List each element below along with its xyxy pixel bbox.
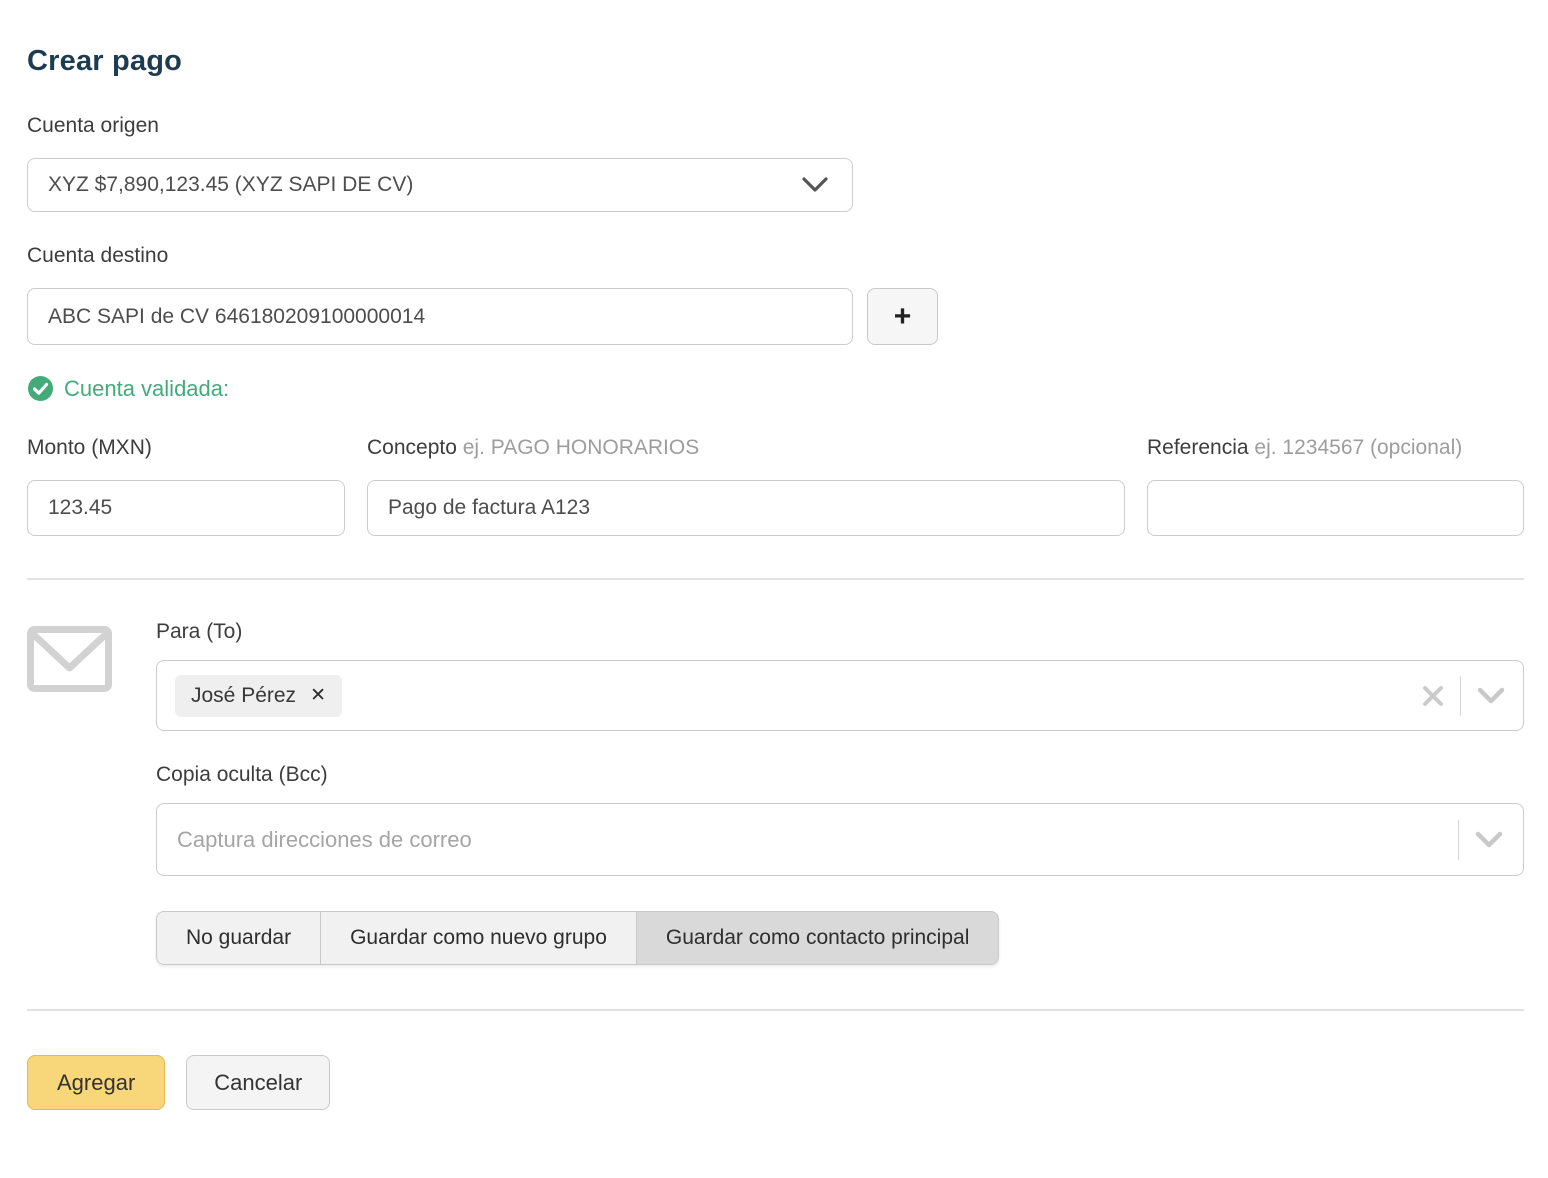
check-circle-icon	[27, 375, 54, 402]
clear-recipients-icon[interactable]	[1422, 685, 1444, 707]
recipient-name: José Pérez	[191, 684, 296, 708]
bcc-placeholder: Captura direcciones de correo	[177, 827, 472, 853]
to-label: Para (To)	[156, 620, 1524, 644]
submit-button[interactable]: Agregar	[27, 1055, 165, 1110]
save-option-contacto-principal[interactable]: Guardar como contacto principal	[637, 911, 1000, 965]
bcc-dropdown-chevron-icon[interactable]	[1475, 831, 1503, 848]
origin-account-select[interactable]: XYZ $7,890,123.45 (XYZ SAPI DE CV)	[27, 158, 853, 212]
page-title: Crear pago	[27, 45, 1524, 78]
concept-value: Pago de factura A123	[388, 496, 590, 520]
account-validated-status: Cuenta validada:	[27, 375, 1524, 402]
to-dropdown-chevron-icon[interactable]	[1477, 687, 1505, 704]
amount-value: 123.45	[48, 496, 112, 520]
plus-icon: +	[894, 302, 912, 332]
reference-input[interactable]	[1147, 480, 1524, 536]
recipient-chip: José Pérez ✕	[175, 675, 342, 717]
to-recipients-input[interactable]: José Pérez ✕	[156, 660, 1524, 731]
cancel-button[interactable]: Cancelar	[186, 1055, 330, 1110]
reference-hint: ej. 1234567 (opcional)	[1254, 436, 1462, 459]
control-separator	[1458, 820, 1459, 860]
destination-account-input[interactable]: ABC SAPI de CV 646180209100000014	[27, 288, 853, 345]
chevron-down-icon	[802, 177, 828, 193]
create-payment-form: Crear pago Cuenta origen XYZ $7,890,123.…	[0, 0, 1548, 1110]
origin-account-selected-value: XYZ $7,890,123.45 (XYZ SAPI DE CV)	[48, 173, 413, 197]
amount-label: Monto (MXN)	[27, 436, 345, 460]
amount-input[interactable]: 123.45	[27, 480, 345, 536]
reference-label: Referencia ej. 1234567 (opcional)	[1147, 436, 1524, 460]
remove-recipient-icon[interactable]: ✕	[310, 684, 326, 707]
validated-message: Cuenta validada:	[64, 376, 229, 402]
bcc-label: Copia oculta (Bcc)	[156, 763, 1524, 787]
concept-label: Concepto ej. PAGO HONORARIOS	[367, 436, 1125, 460]
origin-account-label: Cuenta origen	[27, 114, 1524, 138]
control-separator	[1460, 676, 1461, 716]
section-divider	[27, 578, 1524, 580]
destination-account-value: ABC SAPI de CV 646180209100000014	[48, 305, 425, 329]
save-contact-options: No guardar Guardar como nuevo grupo Guar…	[156, 911, 999, 965]
envelope-icon	[27, 626, 112, 965]
destination-account-label: Cuenta destino	[27, 244, 1524, 268]
concept-input[interactable]: Pago de factura A123	[367, 480, 1125, 536]
save-option-nuevo-grupo[interactable]: Guardar como nuevo grupo	[321, 911, 637, 965]
bcc-input[interactable]: Captura direcciones de correo	[156, 803, 1524, 876]
section-divider	[27, 1009, 1524, 1011]
save-option-no-guardar[interactable]: No guardar	[156, 911, 321, 965]
add-account-button[interactable]: +	[867, 288, 938, 345]
concept-hint: ej. PAGO HONORARIOS	[463, 436, 700, 459]
